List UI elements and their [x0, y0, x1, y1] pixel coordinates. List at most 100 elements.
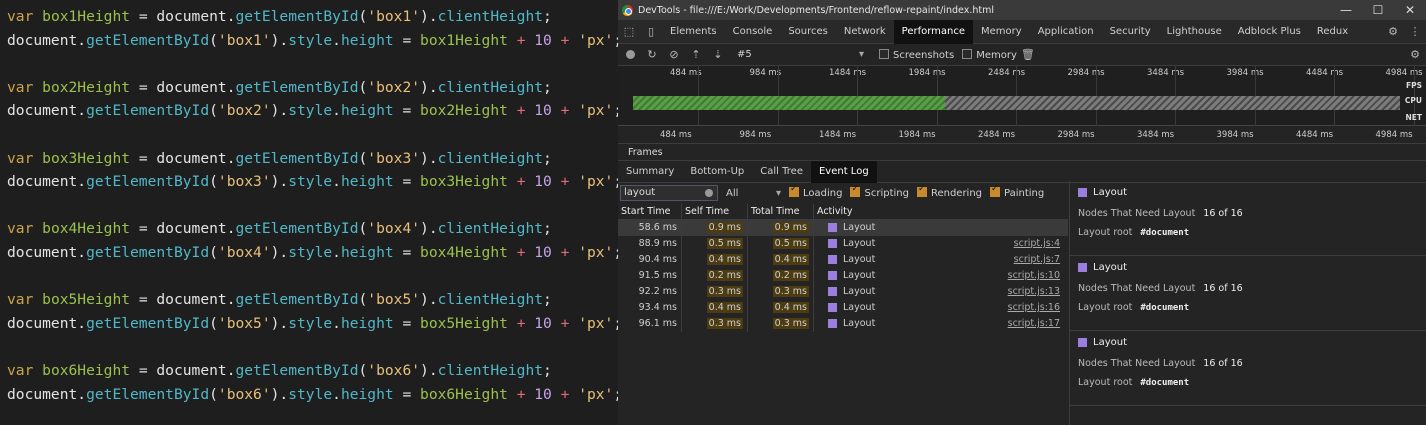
table-row[interactable]: 96.1 ms 0.3 ms 0.3 ms Layout script.js:17 [618, 316, 1068, 332]
code-token: var [7, 78, 43, 96]
code-token: style [288, 385, 333, 403]
frames-track[interactable]: Frames [618, 144, 1426, 161]
tab-sources[interactable]: Sources [780, 20, 836, 44]
filter-input[interactable]: layout [620, 185, 718, 201]
table-row[interactable]: 93.4 ms 0.4 ms 0.4 ms Layout script.js:16 [618, 300, 1068, 316]
tab-memory[interactable]: Memory [973, 20, 1030, 44]
screenshots-toggle[interactable]: Screenshots [879, 48, 954, 61]
card-row: Layout root #document [1078, 377, 1418, 388]
code-editor[interactable]: var box1Height = document.getElementById… [0, 0, 618, 425]
code-token: + [551, 243, 579, 261]
table-row[interactable]: 92.2 ms 0.3 ms 0.3 ms Layout script.js:13 [618, 284, 1068, 300]
code-token: ( [358, 291, 368, 309]
card-row: Layout root #document [1078, 227, 1418, 238]
code-token: ; [543, 291, 552, 309]
tab-lighthouse[interactable]: Lighthouse [1159, 20, 1230, 44]
painting-filter[interactable]: Painting [990, 184, 1044, 199]
rendering-filter[interactable]: Rendering [916, 184, 982, 199]
table-row[interactable]: 91.5 ms 0.2 ms 0.2 ms Layout script.js:10 [618, 268, 1068, 284]
upload-icon[interactable]: ⇡ [685, 48, 707, 61]
capture-settings-icon[interactable]: ⚙ [1404, 48, 1426, 61]
card-row: Nodes That Need Layout 16 of 16 [1078, 358, 1418, 369]
layout-color-icon [828, 287, 837, 296]
column-start-time[interactable]: Start Time [618, 204, 682, 219]
layout-root-value[interactable]: #document [1140, 228, 1189, 238]
code-token: ( [358, 149, 368, 167]
code-token: ( [209, 31, 218, 49]
checkbox-icon[interactable] [789, 184, 800, 197]
checkbox-icon[interactable] [850, 184, 861, 197]
code-token: ; [543, 78, 552, 96]
device-toolbar-icon[interactable]: ▯ [640, 25, 662, 38]
chevron-down-icon[interactable]: ▾ [859, 49, 873, 60]
code-token: clientHeight [437, 220, 544, 238]
memory-toggle[interactable]: Memory [962, 48, 1017, 61]
source-link[interactable]: script.js:10 [1008, 268, 1060, 284]
tab-console[interactable]: Console [725, 20, 781, 44]
trash-icon[interactable]: 🗑 [1017, 48, 1039, 61]
layout-color-icon [828, 271, 837, 280]
screenshots-checkbox[interactable] [879, 48, 889, 59]
record-icon[interactable] [626, 50, 635, 59]
source-link[interactable]: script.js:17 [1008, 316, 1060, 332]
chevron-down-icon[interactable]: ▾ [776, 188, 781, 199]
checkbox-icon[interactable] [916, 184, 927, 197]
code-token: box6Height [42, 361, 131, 379]
code-token: box2Height [42, 78, 131, 96]
recording-select[interactable]: #5 [729, 49, 859, 60]
close-button[interactable]: ✕ [1394, 3, 1426, 17]
minimize-button[interactable]: — [1330, 3, 1362, 17]
tab-network[interactable]: Network [836, 20, 894, 44]
subtab-call-tree[interactable]: Call Tree [752, 161, 811, 183]
source-link[interactable]: script.js:13 [1008, 284, 1060, 300]
reload-icon[interactable]: ↻ [641, 48, 663, 61]
code-line: var box4Height = document. getElementById… [7, 217, 618, 241]
column-total-time[interactable]: Total Time [748, 204, 814, 219]
code-token: ( [209, 173, 218, 191]
overview-tick-label: 4484 ms [1306, 68, 1344, 78]
timeline-overview[interactable]: 484 ms 984 ms 1484 ms 1984 ms 2484 ms 2984 ms… [618, 66, 1426, 126]
inspect-element-icon[interactable]: ⬚ [618, 25, 640, 38]
checkbox-icon[interactable] [990, 184, 1001, 197]
tab-elements[interactable]: Elements [662, 20, 725, 44]
tab-application[interactable]: Application [1030, 20, 1102, 44]
code-token: style [288, 102, 333, 120]
tab-security[interactable]: Security [1102, 20, 1159, 44]
memory-checkbox[interactable] [962, 48, 973, 59]
subtab-summary[interactable]: Summary [618, 161, 682, 183]
table-row[interactable]: 88.9 ms 0.5 ms 0.5 ms Layout script.js:4 [618, 236, 1068, 252]
code-token: 'px' [578, 31, 614, 49]
gear-icon[interactable]: ⚙ [1382, 25, 1404, 38]
subtab-bottom-up[interactable]: Bottom-Up [682, 161, 752, 183]
table-row[interactable]: 90.4 ms 0.4 ms 0.4 ms Layout script.js:7 [618, 252, 1068, 268]
subtab-event-log[interactable]: Event Log [810, 160, 877, 183]
clear-icon[interactable]: ⊘ [663, 48, 685, 61]
code-token: box6Height [420, 385, 508, 403]
tab-performance[interactable]: Performance [893, 19, 974, 44]
total-time-cell: 0.3 ms [748, 316, 814, 332]
loading-filter[interactable]: Loading [789, 184, 842, 199]
scripting-filter[interactable]: Scripting [850, 184, 909, 199]
download-icon[interactable]: ⇣ [707, 48, 729, 61]
tab-adblock-plus[interactable]: Adblock Plus [1230, 20, 1309, 44]
table-row[interactable]: 58.6 ms 0.9 ms 0.9 ms Layout [618, 220, 1068, 236]
code-token: 'box1' [367, 8, 421, 25]
layout-root-value[interactable]: #document [1140, 303, 1189, 313]
source-link[interactable]: script.js:4 [1014, 236, 1060, 252]
filter-select[interactable]: All [726, 188, 776, 199]
column-activity[interactable]: Activity [814, 204, 1068, 219]
source-link[interactable]: script.js:16 [1008, 300, 1060, 316]
layout-root-value[interactable]: #document [1140, 378, 1189, 388]
code-token: var [7, 361, 43, 379]
total-time-value: 0.9 ms [772, 222, 809, 233]
code-token: var [7, 220, 43, 238]
code-token: . [77, 385, 87, 403]
source-link[interactable]: script.js:7 [1014, 252, 1060, 268]
tab-redux[interactable]: Redux [1309, 20, 1356, 44]
more-menu-icon[interactable]: ⋮ [1404, 25, 1426, 38]
code-token: = [393, 173, 421, 191]
maximize-button[interactable]: ☐ [1362, 3, 1394, 17]
column-self-time[interactable]: Self Time [682, 204, 748, 219]
